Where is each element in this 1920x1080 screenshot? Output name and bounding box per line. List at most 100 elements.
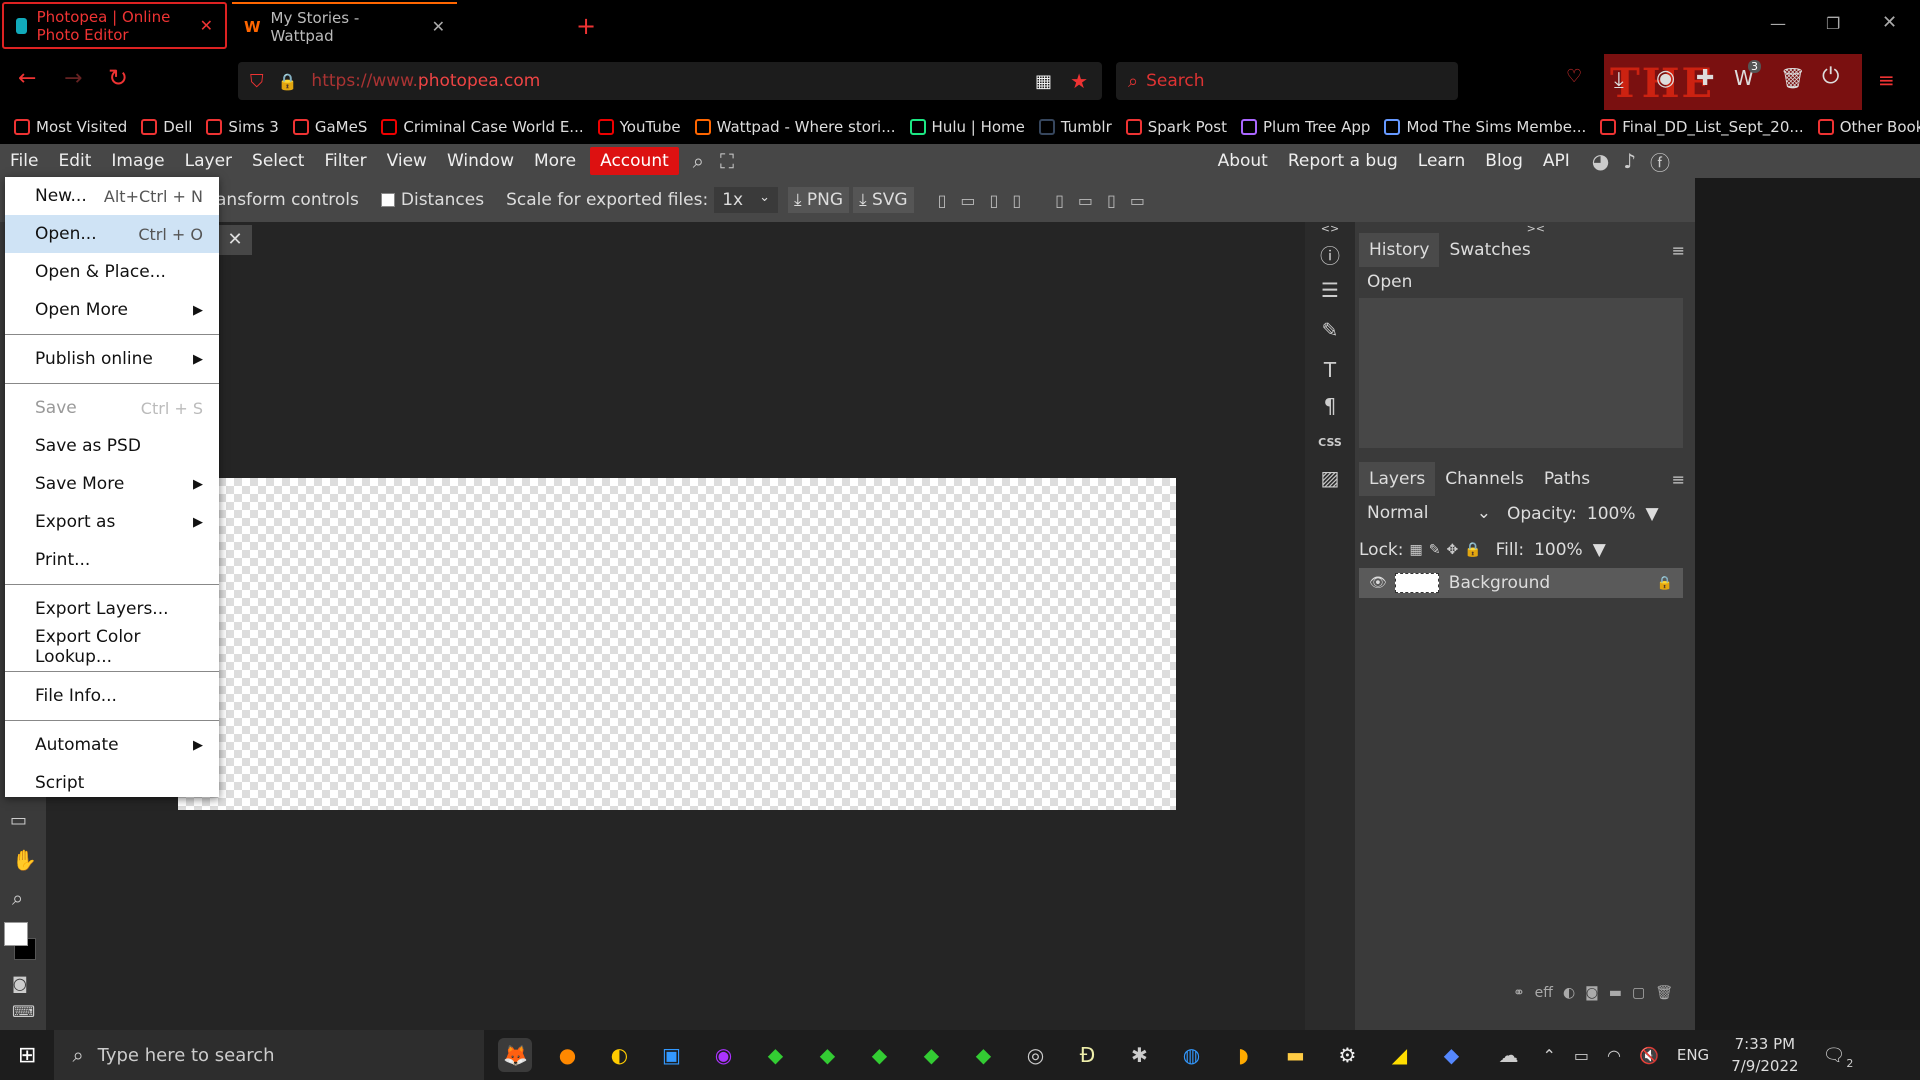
keyboard-icon[interactable]: ⌨	[12, 1002, 35, 1021]
file-explorer-icon[interactable]: ▬	[1278, 1038, 1312, 1072]
tab-history[interactable]: History	[1359, 233, 1440, 267]
link-about[interactable]: About	[1208, 144, 1278, 178]
panel-menu-icon[interactable]: ≡	[1672, 470, 1685, 489]
file-menu-item[interactable]: New... Alt+Ctrl + N	[5, 177, 219, 215]
bookmark-item[interactable]: Spark Post	[1125, 118, 1227, 136]
app-icon[interactable]: ◉	[706, 1038, 740, 1072]
app-icon[interactable]: ▣	[654, 1038, 688, 1072]
search-icon[interactable]: ⌕	[693, 149, 704, 173]
sims-icon[interactable]: ◆	[914, 1038, 948, 1072]
character-icon[interactable]: T	[1305, 352, 1355, 388]
fill-input[interactable]: 100%	[1528, 538, 1589, 562]
url-bar[interactable]: ⛉ 🔒 https://www. photopea.com ▦ ★	[238, 62, 1102, 100]
tab-layers[interactable]: Layers	[1359, 462, 1436, 496]
file-menu-item[interactable]: Automate ▶	[5, 726, 219, 764]
bookmark-item[interactable]: Criminal Case World E...	[381, 118, 584, 136]
taskbar-search[interactable]: ⌕ Type here to search	[54, 1030, 485, 1080]
distribute-icons[interactable]: ▯▭▯▭	[1055, 191, 1159, 210]
steam-icon[interactable]: ◍	[1174, 1038, 1208, 1072]
app-icon[interactable]: ✱	[1122, 1038, 1156, 1072]
opacity-dropdown-icon[interactable]: ▼	[1646, 504, 1659, 524]
file-menu-item[interactable]: Open... Ctrl + O	[5, 215, 219, 253]
app-icon[interactable]: Ð	[1070, 1038, 1104, 1072]
tab-swatches[interactable]: Swatches	[1439, 233, 1540, 267]
export-svg-button[interactable]: ⤓ SVG	[853, 187, 914, 213]
bookmark-item[interactable]: Sims 3	[206, 118, 279, 136]
windows-start-icon[interactable]: ⊞	[18, 1043, 36, 1068]
sims-icon[interactable]: ◆	[966, 1038, 1000, 1072]
facebook-icon[interactable]: ⓕ	[1650, 147, 1670, 176]
bookmark-item[interactable]: Plum Tree App	[1241, 118, 1370, 136]
trash-icon[interactable]: 🗑	[1655, 985, 1673, 1001]
sims-icon[interactable]: ◆	[862, 1038, 896, 1072]
sims-icon[interactable]: ◆	[758, 1038, 792, 1072]
document-canvas[interactable]	[178, 478, 1176, 810]
menu-file[interactable]: File	[0, 144, 48, 178]
fullscreen-icon[interactable]: ⛶	[720, 149, 734, 173]
collapse-toggle[interactable]: <>	[1305, 222, 1355, 236]
bookmark-item[interactable]: Final_DD_List_Sept_20...	[1600, 118, 1804, 136]
tab-paths[interactable]: Paths	[1534, 462, 1600, 496]
star-icon[interactable]: ★	[1070, 69, 1088, 93]
tab-channels[interactable]: Channels	[1435, 462, 1534, 496]
bookmark-item[interactable]: Tumblr	[1038, 118, 1112, 136]
battery-icon[interactable]: ▭	[1574, 1046, 1589, 1065]
hand-tool-icon[interactable]: ✋	[12, 848, 37, 872]
menu-layer[interactable]: Layer	[175, 144, 242, 178]
qr-icon[interactable]: ▦	[1035, 71, 1052, 92]
file-menu-item[interactable]: Save as PSD	[5, 427, 219, 465]
close-document-button[interactable]: ✕	[218, 225, 252, 255]
bookmark-item[interactable]: Hulu | Home	[909, 118, 1025, 136]
file-menu-item[interactable]: Export Layers...	[5, 590, 219, 628]
new-layer-icon[interactable]: ▢	[1632, 985, 1645, 1001]
account-button[interactable]: Account	[590, 147, 679, 175]
adjustments-icon[interactable]: ☰	[1305, 272, 1355, 308]
align-icons[interactable]: ▯▭▯▯	[938, 191, 1036, 210]
menu-image[interactable]: Image	[101, 144, 174, 178]
origin-icon[interactable]: ●	[550, 1038, 584, 1072]
mute-icon[interactable]: 🔇	[1639, 1046, 1659, 1065]
clock[interactable]: 7:33 PM 7/9/2022	[1731, 1033, 1798, 1077]
pocket-icon[interactable]: ♡	[1566, 66, 1582, 87]
file-menu-item[interactable]: Print...	[5, 541, 219, 579]
tab-wattpad[interactable]: W My Stories - Wattpad ✕	[232, 2, 457, 49]
adjustment-layer-icon[interactable]: ◐	[1563, 985, 1575, 1001]
folder-icon[interactable]: ▬	[1609, 985, 1622, 1001]
opacity-input[interactable]: 100%	[1580, 502, 1642, 526]
app-icon[interactable]: ◗	[1226, 1038, 1260, 1072]
eye-icon[interactable]: 👁	[1369, 575, 1387, 591]
link-report-a-bug[interactable]: Report a bug	[1278, 144, 1408, 178]
reload-icon[interactable]: ↻	[108, 64, 128, 92]
sticky-notes-icon[interactable]: ◢	[1382, 1038, 1416, 1072]
file-menu-item[interactable]: Open & Place...	[5, 253, 219, 291]
onedrive-icon[interactable]: ☁	[1498, 1043, 1518, 1067]
fill-dropdown-icon[interactable]: ▼	[1593, 540, 1606, 560]
blend-mode-select[interactable]: Normal ⌄	[1359, 500, 1499, 528]
link-blog[interactable]: Blog	[1475, 144, 1533, 178]
file-menu-item[interactable]: Export Color Lookup...	[5, 627, 219, 667]
bookmark-item[interactable]: GaMeS	[292, 118, 367, 136]
menu-select[interactable]: Select	[242, 144, 314, 178]
menu-window[interactable]: Window	[437, 144, 524, 178]
reddit-icon[interactable]: ◕	[1592, 149, 1609, 173]
link-learn[interactable]: Learn	[1408, 144, 1476, 178]
twitter-icon[interactable]: ♪	[1623, 149, 1636, 173]
close-window-button[interactable]: ✕	[1882, 12, 1897, 33]
bookmark-item[interactable]: Dell	[141, 118, 192, 136]
account-icon[interactable]: ◉	[1656, 66, 1675, 91]
obs-icon[interactable]: ◎	[1018, 1038, 1052, 1072]
trash-icon[interactable]: 🗑	[1780, 66, 1805, 90]
close-icon[interactable]: ✕	[200, 16, 213, 35]
history-item[interactable]: Open	[1359, 266, 1683, 298]
extensions-icon[interactable]: ✚	[1696, 66, 1714, 91]
scale-select[interactable]: 1x ⌄	[714, 187, 778, 213]
foreground-color-swatch[interactable]	[4, 922, 28, 946]
effects-icon[interactable]: eff	[1535, 985, 1553, 1001]
brush-settings-icon[interactable]: ✎	[1305, 312, 1355, 348]
paragraph-icon[interactable]: ¶	[1305, 388, 1355, 424]
menu-edit[interactable]: Edit	[48, 144, 101, 178]
panel-menu-icon[interactable]: ≡	[1672, 241, 1685, 260]
tab-photopea[interactable]: Photopea | Online Photo Editor ✕	[2, 2, 227, 49]
file-menu-item[interactable]: Script	[5, 764, 219, 802]
app-icon[interactable]: ◐	[602, 1038, 636, 1072]
